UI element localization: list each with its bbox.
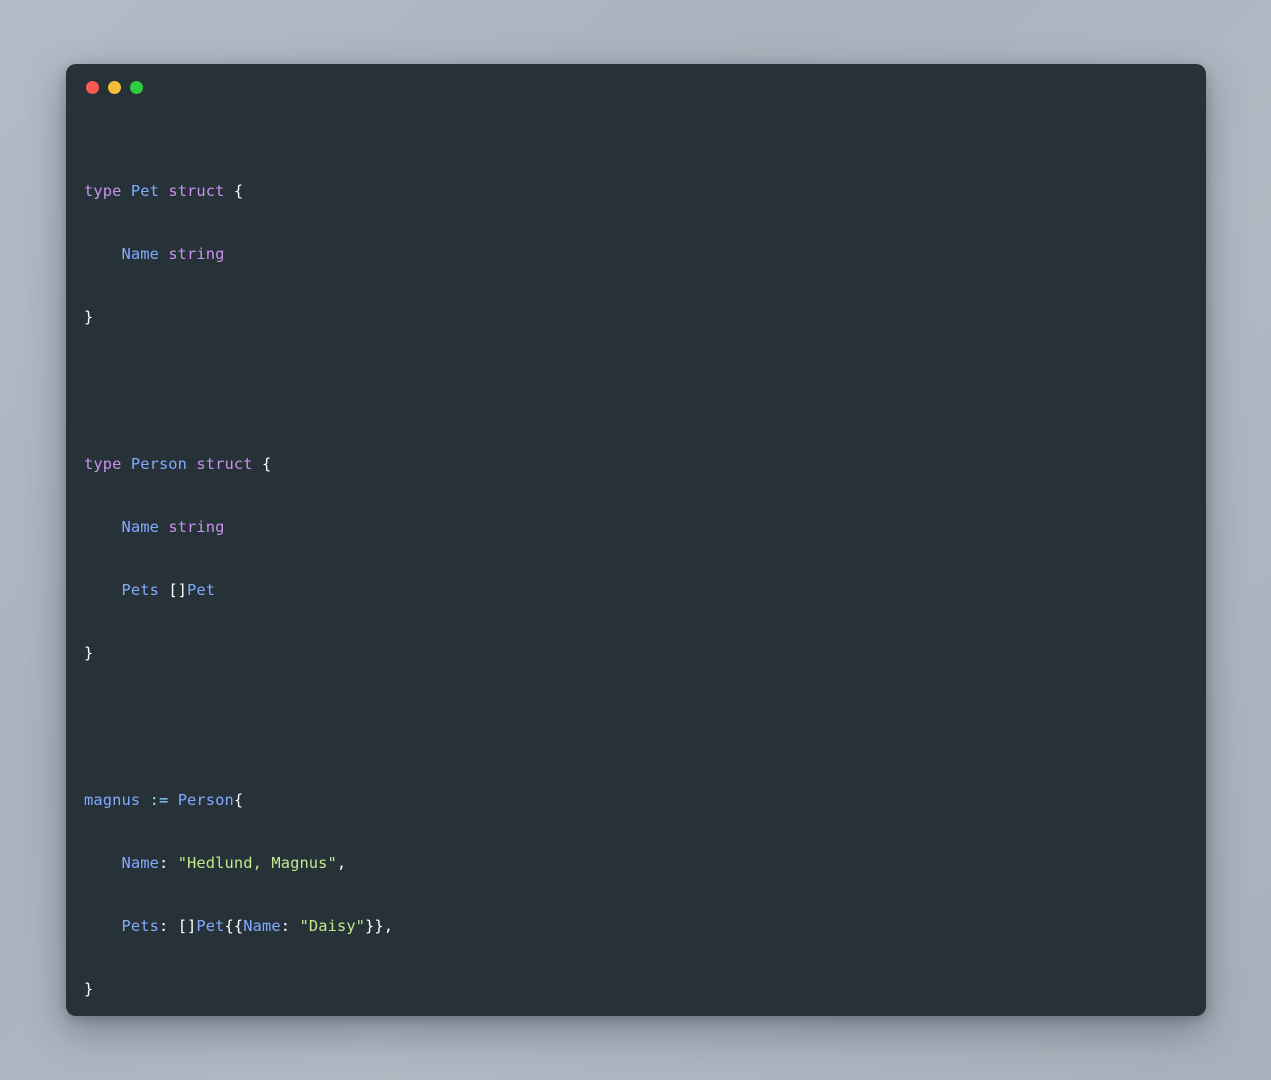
code-line: Name string — [121, 518, 225, 536]
code-line: } — [84, 980, 94, 998]
code-line: Pets: []Pet{{Name: "Daisy"}}, — [121, 917, 394, 935]
code-line: } — [84, 644, 94, 662]
code-line: Name string — [121, 245, 225, 263]
code-line: type Person struct { — [84, 455, 272, 473]
window-titlebar — [66, 64, 1206, 110]
code-block[interactable]: type Pet struct { Name string } type Per… — [66, 110, 1206, 1016]
minimize-button[interactable] — [108, 80, 121, 94]
code-line: type Pet struct { — [84, 182, 244, 200]
code-window: type Pet struct { Name string } type Per… — [66, 64, 1206, 1016]
maximize-button[interactable] — [130, 80, 143, 94]
code-line: Name: "Hedlund, Magnus", — [121, 854, 347, 872]
code-line: magnus := Person{ — [84, 791, 244, 809]
page-stage: type Pet struct { Name string } type Per… — [0, 0, 1271, 1080]
code-line: Pets []Pet — [121, 581, 216, 599]
code-line: } — [84, 308, 94, 326]
close-button[interactable] — [86, 80, 99, 94]
